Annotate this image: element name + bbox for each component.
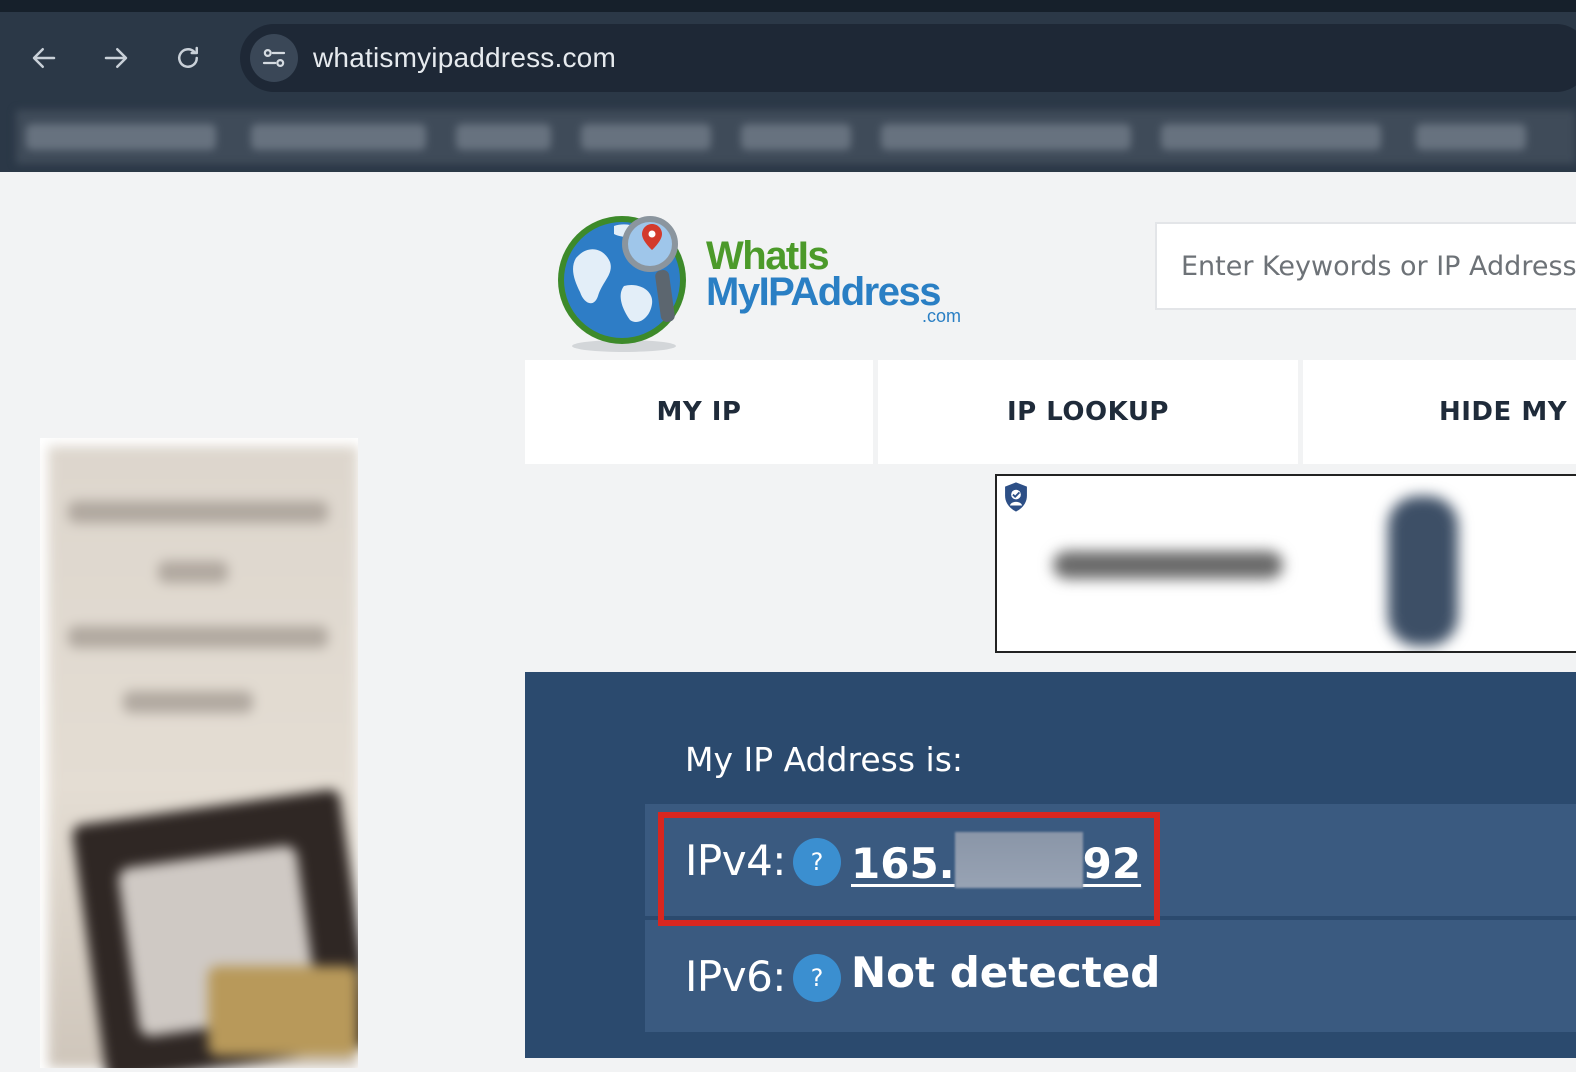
ipv6-row: IPv6: ? Not detected	[645, 920, 1576, 1032]
blurred-ad-image	[48, 446, 358, 1068]
ipv6-value: Not detected	[851, 948, 1161, 997]
bookmark-item[interactable]	[251, 124, 426, 150]
bookmark-item[interactable]	[1416, 124, 1526, 150]
bookmark-item[interactable]	[26, 124, 216, 150]
bookmark-item[interactable]	[881, 124, 1131, 150]
left-advertisement[interactable]	[40, 438, 358, 1068]
address-bar[interactable]: whatismyipaddress.com	[240, 24, 1576, 92]
site-info-button[interactable]	[250, 34, 298, 82]
ipv4-highlight-box	[658, 812, 1160, 926]
browser-toolbar: whatismyipaddress.com	[0, 0, 1576, 172]
back-button[interactable]	[22, 36, 66, 80]
bookmark-item[interactable]	[581, 124, 711, 150]
ip-heading: My IP Address is:	[685, 740, 964, 779]
bookmarks-bar	[16, 110, 1576, 164]
search-input[interactable]	[1155, 222, 1576, 310]
back-arrow-icon	[32, 48, 56, 68]
blurred-ad-content	[1033, 476, 1537, 651]
tab-ip-lookup[interactable]: IP LOOKUP	[878, 360, 1298, 464]
tab-my-ip[interactable]: MY IP	[525, 360, 873, 464]
globe-magnifier-icon	[558, 216, 686, 352]
ipv6-label: IPv6:	[685, 952, 786, 1001]
logo-text-dotcom: .com	[922, 306, 962, 326]
adchoices-shield-icon[interactable]	[1001, 480, 1031, 514]
reload-icon	[178, 46, 198, 68]
url-text[interactable]: whatismyipaddress.com	[313, 42, 616, 74]
forward-arrow-icon	[104, 48, 128, 68]
tune-icon	[262, 48, 286, 67]
bookmark-item[interactable]	[741, 124, 851, 150]
reload-button[interactable]	[166, 36, 210, 80]
forward-button[interactable]	[94, 36, 138, 80]
tab-hide-my-ip[interactable]: HIDE MY I	[1303, 360, 1576, 464]
logo-text-myipaddress: MyIPAddress	[706, 270, 941, 314]
site-logo[interactable]: WhatIs MyIPAddress .com	[554, 208, 974, 354]
bookmark-item[interactable]	[1161, 124, 1381, 150]
tab-strip	[0, 0, 1576, 12]
top-advertisement[interactable]	[995, 474, 1576, 653]
bookmark-item[interactable]	[456, 124, 551, 150]
ipv6-help-icon[interactable]: ?	[793, 954, 841, 1002]
